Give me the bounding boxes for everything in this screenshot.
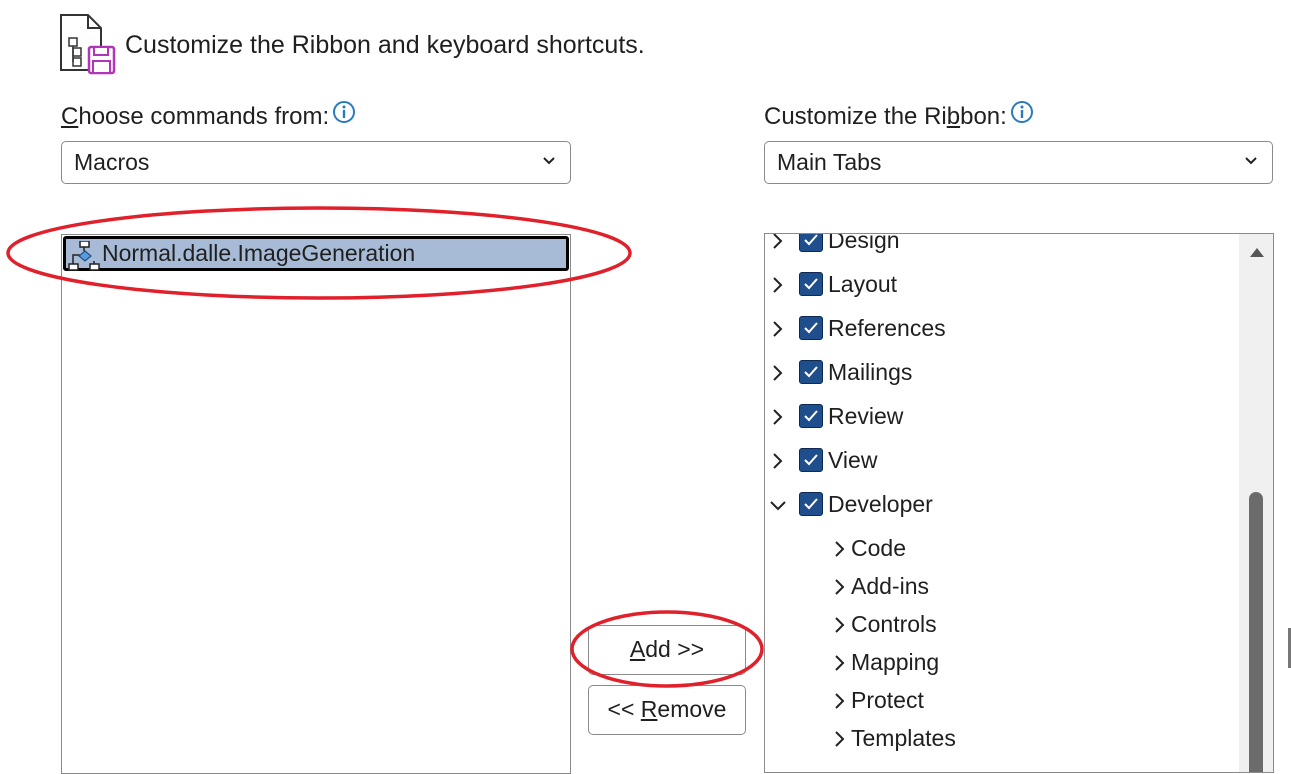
- tree-group-label: Controls: [851, 611, 937, 637]
- tree-group-label: Mapping: [851, 649, 940, 675]
- scroll-up-arrow-icon[interactable]: [1249, 246, 1265, 258]
- tree-item-label: Mailings: [828, 359, 913, 385]
- macro-icon: [68, 241, 100, 271]
- chevron-right-icon: [835, 617, 845, 633]
- tree-item-label: View: [828, 447, 878, 473]
- chevron-down-icon: [1245, 157, 1257, 165]
- chevron-right-icon: [773, 409, 783, 425]
- chevron-right-icon: [835, 579, 845, 595]
- tree-item-label: Review: [828, 403, 904, 429]
- chevron-right-icon: [835, 731, 845, 747]
- tree-item-label: Layout: [828, 271, 898, 297]
- tree-item-label: Developer: [828, 491, 933, 517]
- tree-item-label: Design: [828, 233, 900, 253]
- choose-commands-value: Macros: [74, 149, 150, 175]
- remove-button[interactable]: << Remove: [588, 685, 746, 735]
- info-icon[interactable]: [1010, 100, 1034, 132]
- chevron-right-icon: [773, 321, 783, 337]
- chevron-right-icon: [835, 541, 845, 557]
- tree-group-label: Code: [851, 535, 906, 561]
- vertical-scrollbar[interactable]: [1239, 234, 1273, 772]
- customize-ribbon-icon: [60, 14, 118, 76]
- checkbox[interactable]: [799, 360, 823, 384]
- checkbox[interactable]: [799, 492, 823, 516]
- commands-list[interactable]: Normal.dalle.ImageGeneration: [61, 234, 571, 774]
- checkbox[interactable]: [799, 404, 823, 428]
- chevron-down-icon: [543, 157, 555, 165]
- list-item[interactable]: Normal.dalle.ImageGeneration: [63, 236, 569, 271]
- checkbox[interactable]: [799, 234, 823, 252]
- checkbox[interactable]: [799, 272, 823, 296]
- checkbox[interactable]: [799, 448, 823, 472]
- chevron-down-icon: [770, 501, 786, 511]
- customize-ribbon-value: Main Tabs: [777, 149, 882, 175]
- chevron-right-icon: [773, 365, 783, 381]
- chevron-right-icon: [835, 693, 845, 709]
- customize-ribbon-dropdown[interactable]: Main Tabs: [764, 141, 1273, 184]
- ribbon-tabs-tree[interactable]: Design Layout References Mailings Review…: [764, 233, 1274, 773]
- chevron-right-icon: [773, 277, 783, 293]
- checkbox[interactable]: [799, 316, 823, 340]
- tree-group-label: Add-ins: [851, 573, 929, 599]
- info-icon[interactable]: [332, 100, 356, 132]
- choose-commands-dropdown[interactable]: Macros: [61, 141, 571, 184]
- dialog-heading: Customize the Ribbon and keyboard shortc…: [125, 31, 645, 59]
- tree-group-label: Protect: [851, 687, 924, 713]
- macro-item-label: Normal.dalle.ImageGeneration: [102, 240, 416, 266]
- tree-item-label: References: [828, 315, 946, 341]
- customize-ribbon-label: Customize the Ribbon:: [764, 100, 1034, 132]
- chevron-right-icon: [773, 453, 783, 469]
- chevron-right-icon: [835, 655, 845, 671]
- tree-group-label: Templates: [851, 725, 956, 751]
- scrollbar-thumb[interactable]: [1249, 492, 1263, 772]
- add-button[interactable]: Add >>: [588, 625, 746, 675]
- choose-commands-label: Choose commands from:: [61, 100, 356, 132]
- chevron-right-icon: [773, 234, 783, 249]
